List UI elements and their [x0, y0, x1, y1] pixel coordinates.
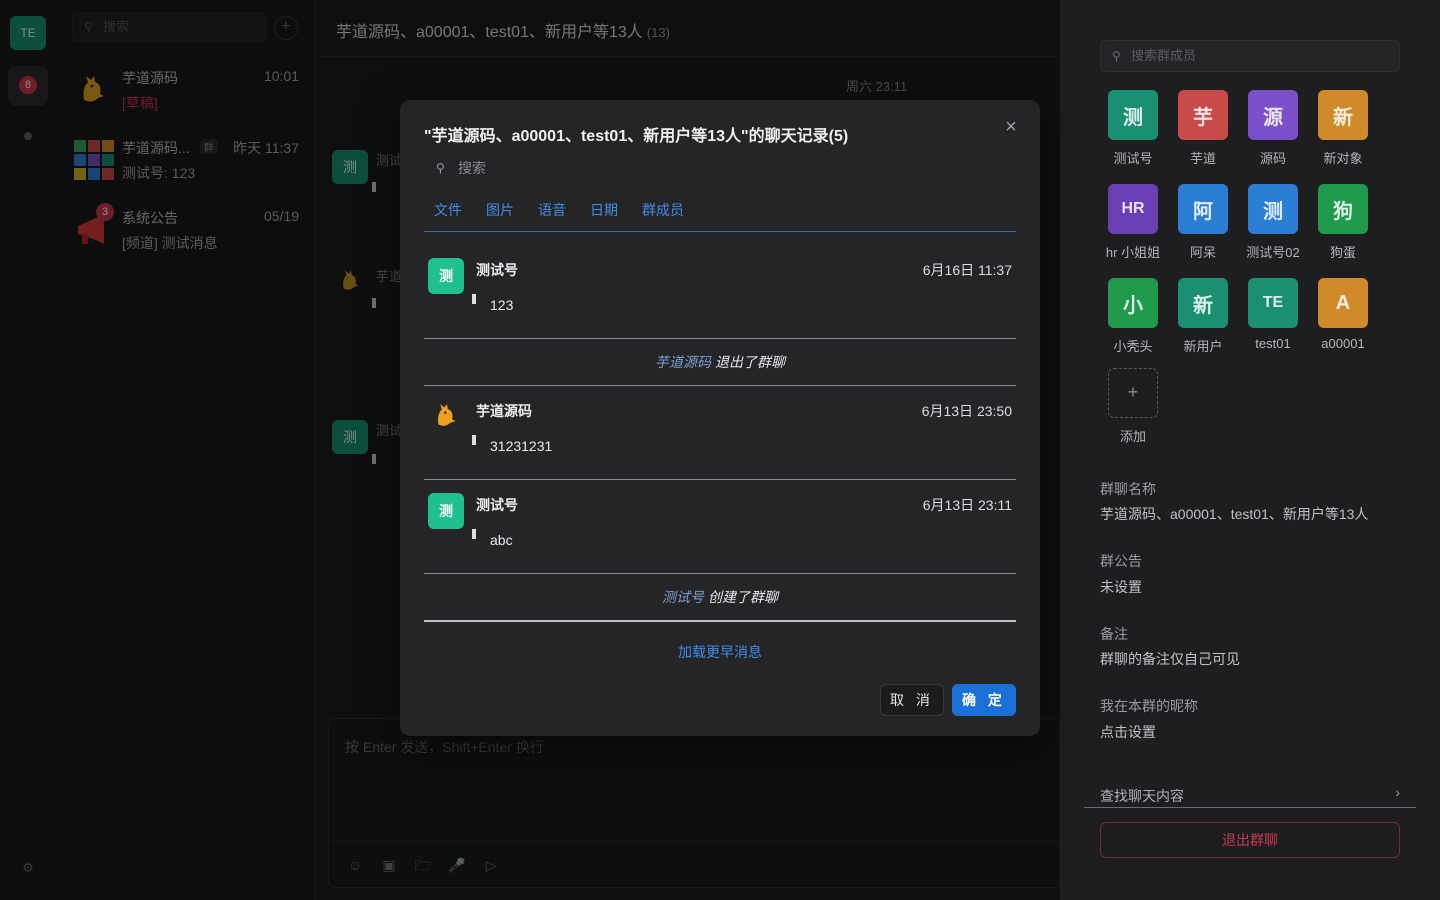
record-sender: 测试号 — [476, 262, 518, 278]
tab-members[interactable]: 群成员 — [642, 200, 684, 220]
tab-voice[interactable]: 语音 — [538, 200, 566, 220]
member-item[interactable]: 阿阿呆 — [1168, 184, 1238, 261]
record-avatar: 测 — [428, 493, 464, 529]
group-settings-panel: ⚲ 搜索群成员 测测试号芋芋道源源码新新对象 HR hr 小姐姐阿阿呆测测试号02 狗… — [1060, 0, 1440, 900]
member-item[interactable]: 小小秃头 — [1098, 278, 1168, 355]
system-notice: 芋道源码 退出了群聊 — [424, 352, 1016, 372]
record-time: 6月13日 23:11 — [922, 497, 1012, 513]
cancel-button[interactable]: 取 消 — [880, 684, 944, 716]
record-divider — [424, 573, 1016, 574]
search-icon: ⚲ — [436, 161, 445, 175]
member-avatar: 芋 — [1178, 90, 1228, 140]
record-marker — [472, 294, 476, 304]
member-avatar: A — [1318, 278, 1368, 328]
record-avatar: 测 — [428, 258, 464, 294]
system-notice: 测试号 创建了群聊 — [424, 587, 1016, 607]
system-notice-user: 芋道源码 — [655, 354, 711, 370]
member-item[interactable]: 狗狗蛋 — [1308, 184, 1378, 261]
record-time: 6月13日 23:50 — [921, 403, 1012, 419]
member-name: 测试号 — [1113, 151, 1153, 166]
record-divider — [424, 479, 1016, 480]
member-name: a00001 — [1321, 336, 1365, 351]
app-window: TE 8 ☻ ⚙ ⚲ 搜索 + 芋道源码 10:01 [草稿] 芋道源码... … — [0, 0, 1440, 900]
member-item[interactable]: 芋芋道 — [1168, 90, 1238, 167]
member-avatar: 测 — [1248, 184, 1298, 234]
close-icon[interactable]: × — [1002, 117, 1020, 137]
group-notice-value[interactable]: 未设置 — [1100, 577, 1142, 597]
member-name: 阿呆 — [1189, 245, 1216, 260]
tab-images[interactable]: 图片 — [486, 200, 514, 220]
group-notice-label: 群公告 — [1100, 553, 1142, 569]
chat-history-modal: "芋道源码、a00001、test01、新用户等13人"的聊天记录(5) × ⚲… — [400, 100, 1040, 736]
member-name: 测试号02 — [1246, 245, 1300, 260]
remark-value[interactable]: 群聊的备注仅自己可见 — [1100, 649, 1240, 669]
record-divider — [424, 338, 1016, 339]
group-name-value[interactable]: 芋道源码、a00001、test01、新用户等13人 — [1100, 504, 1368, 524]
member-name: 源码 — [1259, 151, 1286, 166]
confirm-button[interactable]: 确 定 — [952, 684, 1016, 716]
add-member-button[interactable]: + 添加 — [1098, 368, 1168, 445]
history-search-input[interactable]: ⚲ 搜索 — [424, 156, 1016, 180]
tab-files[interactable]: 文件 — [434, 200, 462, 220]
record-sender: 测试号 — [476, 497, 518, 513]
tab-date[interactable]: 日期 — [590, 200, 618, 220]
record-marker — [472, 529, 476, 539]
member-name: 小秃头 — [1113, 339, 1153, 354]
member-name: 新对象 — [1323, 151, 1363, 166]
record-divider — [424, 620, 1016, 622]
member-avatar: 新 — [1178, 278, 1228, 328]
member-avatar: 源 — [1248, 90, 1298, 140]
find-chat-label: 查找聊天内容 — [1100, 788, 1184, 804]
group-name-label: 群聊名称 — [1100, 481, 1156, 497]
member-avatar: 狗 — [1318, 184, 1368, 234]
add-label: 添加 — [1119, 429, 1146, 444]
load-more-link[interactable]: 加载更早消息 — [424, 642, 1016, 662]
member-item[interactable]: TE test01 — [1238, 278, 1308, 351]
remark-label: 备注 — [1100, 626, 1128, 642]
member-search-placeholder: 搜索群成员 — [1131, 48, 1197, 63]
member-item[interactable]: Aa00001 — [1308, 278, 1378, 351]
record-text: 123 — [490, 297, 514, 313]
record-sender: 芋道源码 — [476, 403, 532, 419]
nickname-value[interactable]: 点击设置 — [1100, 722, 1156, 742]
system-notice-action: 退出了群聊 — [715, 354, 785, 370]
plus-icon: + — [1108, 368, 1158, 418]
member-avatar: TE — [1248, 278, 1298, 328]
member-avatar: 测 — [1108, 90, 1158, 140]
member-avatar: HR — [1108, 184, 1158, 234]
member-name: 狗蛋 — [1329, 245, 1356, 260]
member-name: test01 — [1255, 336, 1291, 351]
member-name: hr 小姐姐 — [1105, 245, 1161, 260]
record-time: 6月16日 11:37 — [922, 262, 1012, 278]
member-avatar: 小 — [1108, 278, 1158, 328]
member-item[interactable]: HR hr 小姐姐 — [1098, 184, 1168, 261]
filter-tabs: 文件 图片 语音 日期 群成员 — [424, 198, 1016, 232]
modal-title: "芋道源码、a00001、test01、新用户等13人"的聊天记录(5) — [424, 128, 849, 145]
system-notice-action: 创建了群聊 — [708, 589, 778, 605]
member-avatar: 阿 — [1178, 184, 1228, 234]
record-divider — [424, 385, 1016, 386]
search-icon: ⚲ — [1112, 49, 1121, 63]
history-search-placeholder: 搜索 — [458, 160, 486, 176]
member-search-input[interactable]: ⚲ 搜索群成员 — [1100, 40, 1400, 72]
record-text: abc — [490, 532, 513, 548]
chevron-right-icon: › — [1395, 784, 1400, 800]
member-item[interactable]: 新新对象 — [1308, 90, 1378, 167]
record-text: 31231231 — [490, 438, 553, 454]
find-chat-content[interactable]: 查找聊天内容 › — [1084, 784, 1416, 808]
record-avatar — [430, 399, 464, 433]
member-item[interactable]: 源源码 — [1238, 90, 1308, 167]
system-notice-user: 测试号 — [662, 589, 704, 605]
nickname-label: 我在本群的昵称 — [1100, 698, 1198, 714]
member-item[interactable]: 测测试号 — [1098, 90, 1168, 167]
member-name: 新用户 — [1183, 339, 1223, 354]
member-item[interactable]: 测测试号02 — [1238, 184, 1308, 261]
member-avatar: 新 — [1318, 90, 1368, 140]
exit-group-button[interactable]: 退出群聊 — [1100, 822, 1400, 858]
member-name: 芋道 — [1189, 151, 1216, 166]
member-item[interactable]: 新新用户 — [1168, 278, 1238, 355]
record-marker — [472, 435, 476, 445]
